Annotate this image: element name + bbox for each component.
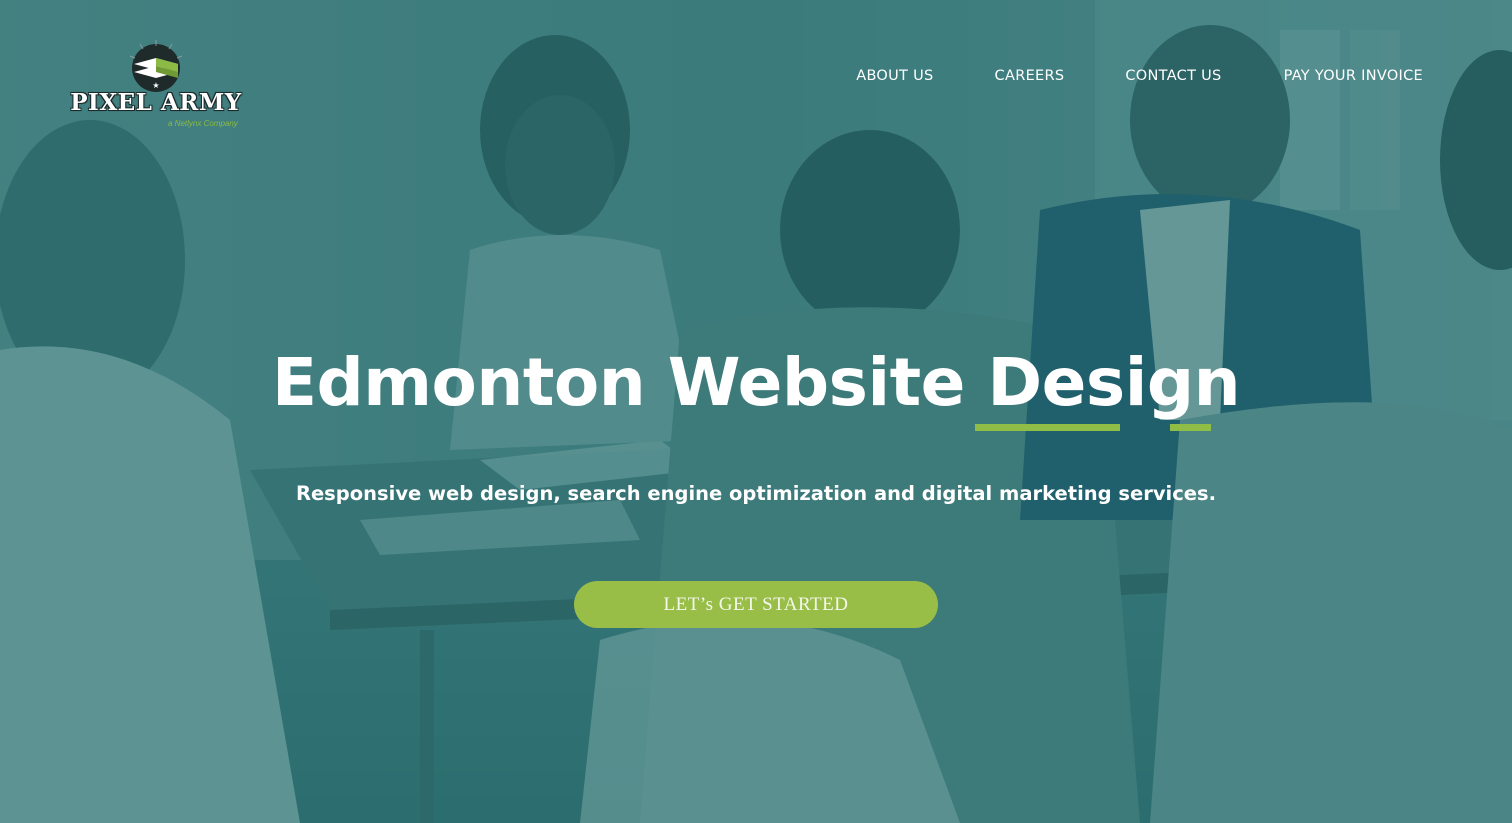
- logo-wordmark: PIXEL ARMY: [70, 89, 242, 116]
- nav-about-us[interactable]: ABOUT US: [856, 68, 933, 84]
- main-nav: ABOUT US CAREERS CONTACT US PAY YOUR INV…: [856, 68, 1423, 84]
- logo-tagline: a Netlynx Company: [168, 119, 238, 128]
- title-underline-segment: [975, 424, 1120, 431]
- nav-pay-your-invoice[interactable]: PAY YOUR INVOICE: [1284, 68, 1423, 84]
- hero-title-main: Edmonton Website: [271, 344, 988, 421]
- nav-contact-us[interactable]: CONTACT US: [1125, 68, 1221, 84]
- title-underline-segment: [1170, 424, 1211, 431]
- hero-title-accent: Design: [987, 344, 1241, 421]
- site-header: ★ PIXEL ARMY a Netlynx Company ABOUT US …: [0, 0, 1512, 150]
- get-started-button[interactable]: LET’s GET STARTED: [574, 581, 938, 628]
- hero-section: ★ PIXEL ARMY a Netlynx Company ABOUT US …: [0, 0, 1512, 823]
- logo-link[interactable]: ★ PIXEL ARMY a Netlynx Company: [60, 38, 252, 134]
- hero-subtitle: Responsive web design, search engine opt…: [295, 482, 1217, 505]
- pixel-army-emblem-icon: ★: [129, 40, 183, 92]
- hero-title: Edmonton Website Design: [0, 344, 1512, 421]
- nav-careers[interactable]: CAREERS: [995, 68, 1065, 84]
